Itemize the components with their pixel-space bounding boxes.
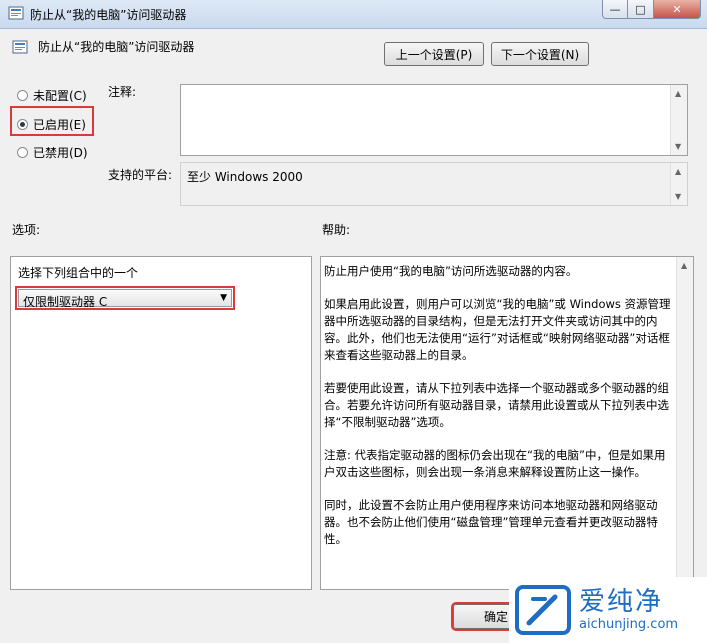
watermark-logo-icon [515,585,571,635]
platform-scrollbar[interactable]: ▲ ▼ [670,163,687,205]
close-icon: ✕ [672,2,682,16]
maximize-icon: □ [635,2,646,16]
scroll-down-icon[interactable]: ▼ [675,192,681,201]
radio-not-configured[interactable]: 未配置(C) [17,85,87,105]
next-setting-button[interactable]: 下一个设置(N) [491,42,589,66]
radio-circle[interactable] [17,89,28,101]
minimize-button[interactable]: — [602,0,628,19]
help-paragraph: 注意: 代表指定驱动器的图标仍会出现在“我的电脑”中，但是如果用户双击这些图标，… [324,448,666,479]
help-paragraph: 防止用户使用“我的电脑”访问所选驱动器的内容。 [324,264,578,278]
policy-title: 防止从“我的电脑”访问驱动器 [38,40,195,54]
help-paragraph: 若要使用此设置，请从下拉列表中选择一个驱动器或多个驱动器的组合。若要允许访问所有… [324,381,669,429]
help-label: 帮助: [322,223,351,237]
combo-caption: 选择下列组合中的一个 [18,266,139,280]
radio-enabled[interactable]: 已启用(E) [17,114,86,134]
radio-label: 已禁用(D) [33,145,88,160]
comment-textarea[interactable]: ▲ ▼ [180,84,688,156]
help-scrollbar[interactable]: ▲ ▼ [676,257,693,589]
help-paragraph: 同时，此设置不会防止用户使用程序来访问本地驱动器和网络驱动器。也不会防止他们使用… [324,498,658,546]
help-text: 防止用户使用“我的电脑”访问所选驱动器的内容。 如果启用此设置，则用户可以浏览“… [324,263,674,564]
chevron-down-icon[interactable]: ▼ [220,293,227,303]
scroll-up-icon[interactable]: ▲ [681,261,687,270]
options-label: 选项: [12,223,41,237]
maximize-button[interactable]: □ [627,0,654,19]
window-title: 防止从“我的电脑”访问驱动器 [30,8,187,22]
minimize-icon: — [609,2,621,16]
scroll-up-icon[interactable]: ▲ [675,89,681,98]
drive-restriction-select[interactable]: 仅限制驱动器 C ▼ [15,286,235,310]
title-bar: 防止从“我的电脑”访问驱动器 [0,0,707,29]
platform-value: 至少 Windows 2000 [187,170,303,184]
comment-scrollbar[interactable]: ▲ ▼ [670,85,687,155]
comment-label: 注释: [108,85,137,99]
radio-circle[interactable] [17,146,28,158]
watermark-name: 爱纯净 [579,587,664,617]
help-paragraph: 如果启用此设置，则用户可以浏览“我的电脑”或 Windows 资源管理器中所选驱… [324,297,671,362]
radio-label: 已启用(E) [33,117,86,132]
select-value: 仅限制驱动器 C [23,295,108,309]
previous-setting-button[interactable]: 上一个设置(P) [384,42,484,66]
options-panel: 选择下列组合中的一个 仅限制驱动器 C ▼ [10,256,312,590]
radio-disabled[interactable]: 已禁用(D) [17,142,88,162]
help-panel: 防止用户使用“我的电脑”访问所选驱动器的内容。 如果启用此设置，则用户可以浏览“… [320,256,694,590]
close-button[interactable]: ✕ [653,0,701,19]
scroll-up-icon[interactable]: ▲ [675,167,681,176]
platform-label: 支持的平台: [108,168,173,182]
watermark-url: aichunjing.com [579,617,679,632]
scroll-down-icon[interactable]: ▼ [675,142,681,151]
radio-label: 未配置(C) [33,88,87,103]
platform-field: 至少 Windows 2000 ▲ ▼ [180,162,688,206]
policy-icon [8,6,24,20]
radio-circle[interactable] [17,118,28,130]
policy-setting-icon [12,40,28,54]
watermark: 爱纯净 aichunjing.com [509,577,707,643]
